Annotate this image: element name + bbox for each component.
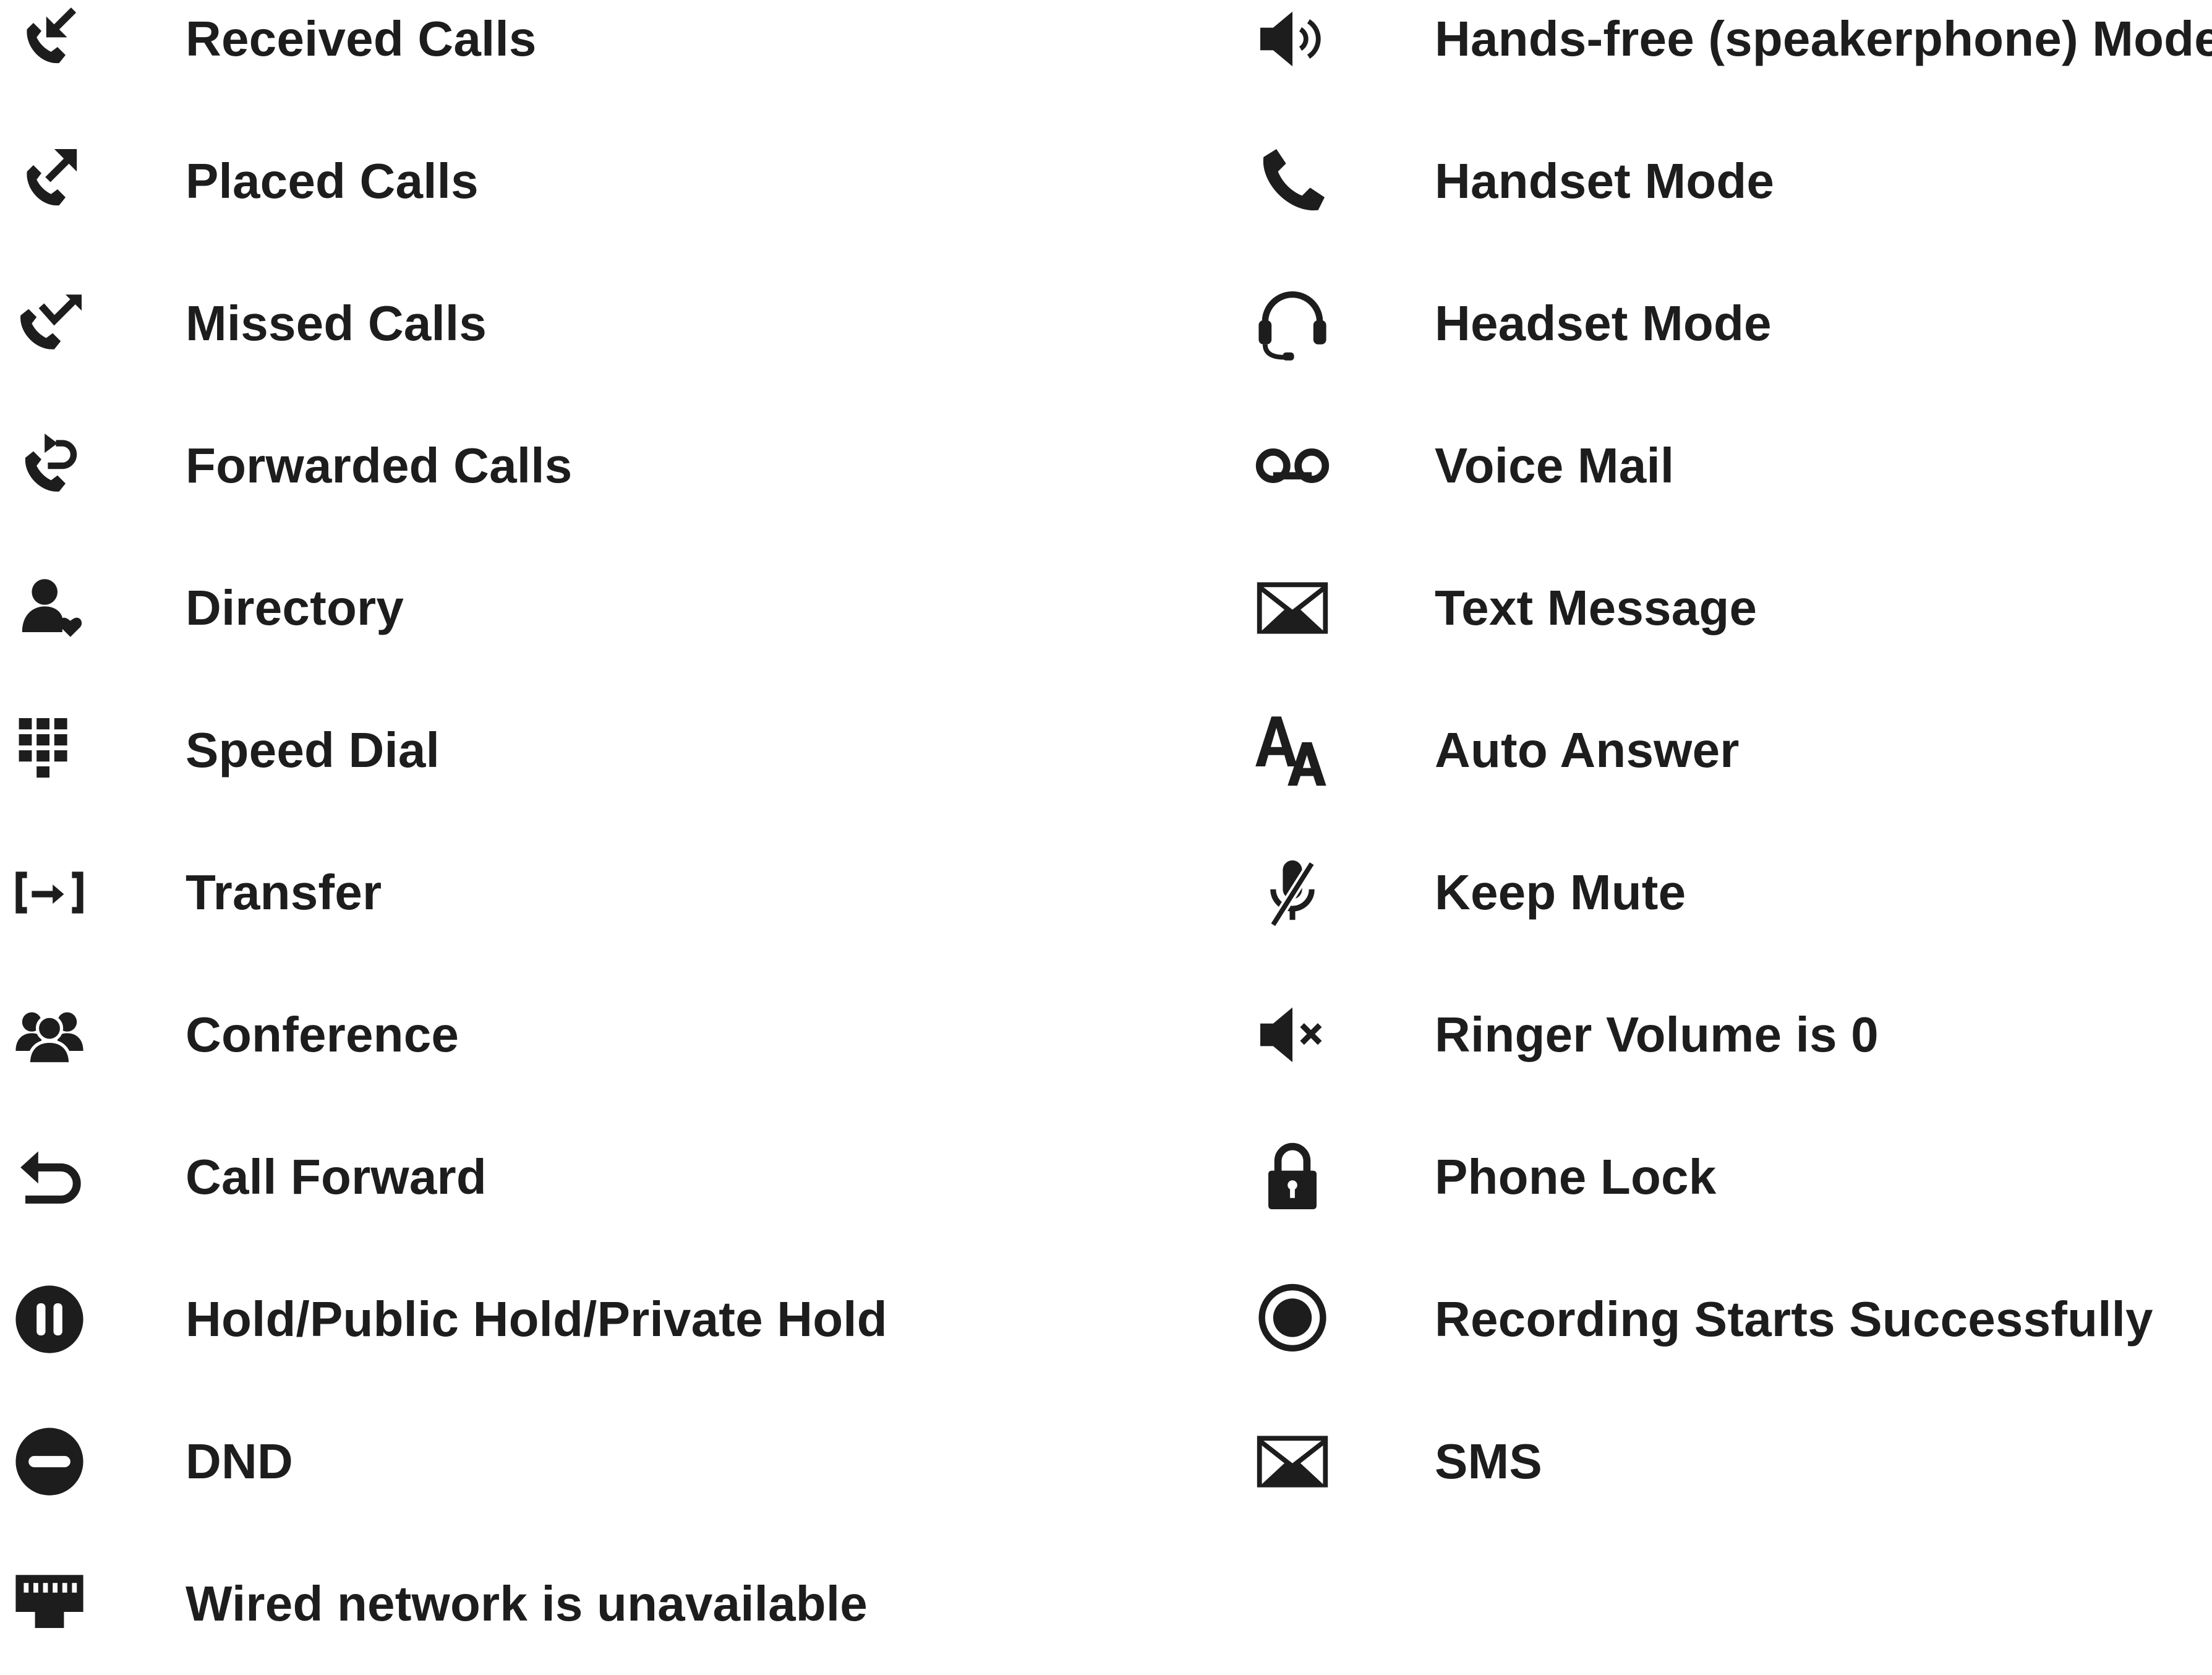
transfer-icon	[6, 849, 93, 936]
legend-label: Ringer Volume is 0	[1435, 1007, 1879, 1062]
missed-calls-icon	[6, 280, 93, 367]
placed-calls-icon	[6, 138, 93, 225]
legend-label: SMS	[1435, 1434, 1542, 1489]
dnd-icon	[6, 1418, 93, 1505]
lock-icon	[1249, 1134, 1336, 1220]
hold-icon	[6, 1276, 93, 1363]
legend-label: Auto Answer	[1435, 722, 1740, 778]
legend-label: Forwarded Calls	[186, 438, 573, 493]
icon-legend: Received Calls Placed Calls Missed Calls…	[0, 0, 2212, 1631]
speed-dial-icon	[6, 707, 93, 794]
wired-network-unavailable-icon	[6, 1561, 93, 1647]
legend-label: Placed Calls	[186, 153, 479, 208]
legend-label: Voice Mail	[1435, 438, 1675, 493]
legend-label: DND	[186, 1434, 293, 1489]
conference-icon	[6, 992, 93, 1078]
legend-label: Speed Dial	[186, 722, 440, 778]
legend-label: Received Calls	[186, 11, 537, 66]
legend-label: Text Message	[1435, 580, 1757, 635]
legend-label: Missed Calls	[186, 296, 487, 351]
handset-icon	[1249, 138, 1336, 225]
call-forward-icon	[6, 1134, 93, 1220]
legend-label: Phone Lock	[1435, 1149, 1717, 1204]
sms-envelope-icon	[1249, 1418, 1336, 1505]
legend-label: Recording Starts Successfully	[1435, 1292, 2153, 1347]
legend-label: Handset Mode	[1435, 153, 1775, 208]
voice-mail-icon	[1249, 422, 1336, 509]
legend-label: Hold/Public Hold/Private Hold	[186, 1292, 887, 1347]
recording-icon	[1249, 1276, 1336, 1363]
speakerphone-icon	[1249, 0, 1336, 82]
keep-mute-icon	[1249, 849, 1336, 936]
received-calls-icon	[6, 0, 93, 82]
envelope-icon	[1249, 565, 1336, 651]
forwarded-calls-icon	[6, 422, 93, 509]
legend-label: Wired network is unavailable	[186, 1576, 868, 1631]
legend-label: Headset Mode	[1435, 296, 1772, 351]
legend-label: Transfer	[186, 865, 382, 920]
legend-label: Conference	[186, 1007, 459, 1062]
legend-label: Hands-free (speakerphone) Mode	[1435, 11, 2212, 66]
legend-label: Keep Mute	[1435, 865, 1686, 920]
legend-label: Call Forward	[186, 1149, 487, 1204]
directory-icon	[6, 565, 93, 651]
ringer-muted-icon	[1249, 992, 1336, 1078]
headset-icon	[1249, 280, 1336, 367]
auto-answer-icon	[1249, 707, 1336, 794]
legend-label: Directory	[186, 580, 404, 635]
